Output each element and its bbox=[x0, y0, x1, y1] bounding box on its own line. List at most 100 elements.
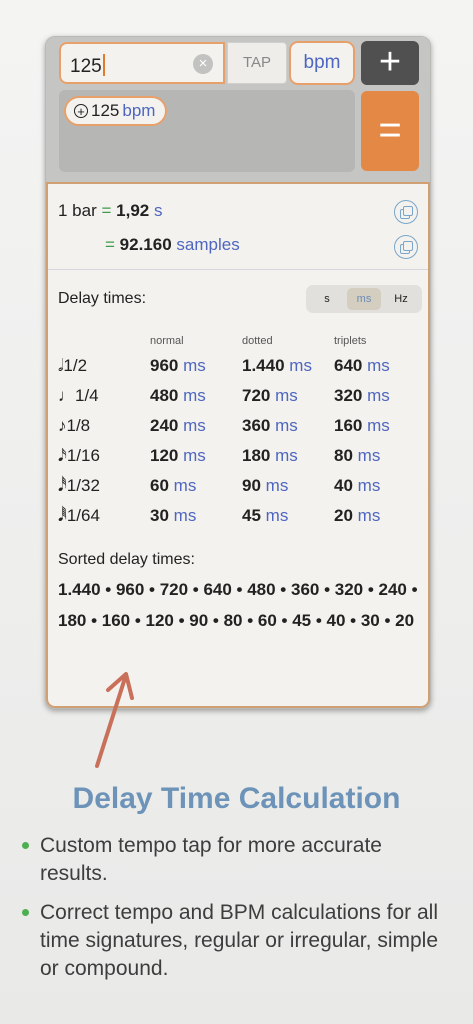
delay-value-normal[interactable]: 30 ms bbox=[150, 506, 196, 526]
text-caret bbox=[102, 54, 105, 76]
delay-row: ♪1/8 240 ms 360 ms 160 ms bbox=[58, 416, 418, 440]
note-label: 𝅘𝅥𝅯1/16 bbox=[58, 446, 100, 465]
delay-value-normal[interactable]: 60 ms bbox=[150, 476, 196, 496]
delay-unit: ms bbox=[173, 506, 197, 525]
column-header-triplets: triplets bbox=[334, 335, 367, 347]
delay-number: 480 bbox=[150, 386, 179, 405]
unit-segmented-control[interactable]: s ms Hz bbox=[306, 285, 422, 313]
delay-unit: ms bbox=[275, 416, 298, 435]
bar-seconds: 1,92 bbox=[116, 201, 150, 220]
delay-row: ♩1/4 480 ms 720 ms 320 ms bbox=[58, 386, 418, 410]
delay-value-triplets[interactable]: 40 ms bbox=[334, 476, 380, 496]
bar-seconds-unit: s bbox=[153, 201, 163, 220]
delay-number: 160 bbox=[334, 416, 363, 435]
delay-times-title: Delay times: bbox=[58, 290, 147, 307]
delay-value-dotted[interactable]: 360 ms bbox=[242, 416, 298, 436]
delay-unit: ms bbox=[367, 356, 390, 375]
bar-samples-unit: samples bbox=[176, 235, 240, 254]
delay-row: 𝅘𝅥𝅱1/64 30 ms 45 ms 20 ms bbox=[58, 506, 418, 530]
bullet-icon bbox=[22, 909, 29, 916]
bar-samples-row: = 92.160 samples bbox=[105, 235, 240, 255]
bar-label: 1 bar bbox=[58, 201, 97, 220]
results-panel: 1 bar = 1,92 s = 92.160 samples Delay ti… bbox=[46, 182, 430, 708]
delay-row: 𝅘𝅥𝅯1/16 120 ms 180 ms 80 ms bbox=[58, 446, 418, 470]
note-label: 𝅗𝅥1/2 bbox=[58, 356, 88, 375]
delay-row: 𝅗𝅥1/2 960 ms 1.440 ms 640 ms bbox=[58, 356, 418, 380]
equals-sign: = bbox=[101, 201, 112, 220]
delay-unit: ms bbox=[289, 356, 312, 375]
equals-sign: = bbox=[105, 235, 115, 254]
delay-unit: ms bbox=[367, 386, 390, 405]
delay-number: 640 bbox=[334, 356, 363, 375]
tempo-value: 125 bbox=[70, 56, 102, 77]
tap-button[interactable]: TAP bbox=[227, 42, 287, 84]
note-label: 𝅘𝅥𝅱1/64 bbox=[58, 506, 100, 525]
delay-unit: ms bbox=[265, 506, 289, 525]
bar-duration-row: 1 bar = 1,92 s bbox=[58, 201, 162, 221]
delay-value-triplets[interactable]: 640 ms bbox=[334, 356, 390, 376]
copy-icon[interactable] bbox=[394, 200, 418, 224]
delay-unit: ms bbox=[173, 476, 197, 495]
delay-number: 80 bbox=[334, 446, 353, 465]
copy-icon[interactable] bbox=[394, 235, 418, 259]
delay-value-dotted[interactable]: 720 ms bbox=[242, 386, 298, 406]
delay-unit: ms bbox=[275, 446, 298, 465]
sorted-delay-title: Sorted delay times: bbox=[58, 551, 195, 568]
delay-value-triplets[interactable]: 20 ms bbox=[334, 506, 380, 526]
clear-icon[interactable]: × bbox=[193, 54, 213, 74]
delay-number: 90 bbox=[242, 476, 261, 495]
promo-headline: Delay Time Calculation bbox=[72, 782, 401, 815]
delay-number: 960 bbox=[150, 356, 179, 375]
delay-number: 30 bbox=[150, 506, 169, 525]
feature-list: Custom tempo tap for more accurate resul… bbox=[22, 832, 442, 994]
delay-unit: ms bbox=[183, 386, 206, 405]
delay-number: 720 bbox=[242, 386, 271, 405]
input-panel: 125 × TAP bpm + + 125 bpm = bbox=[46, 37, 430, 182]
bar-samples: 92.160 bbox=[119, 235, 172, 254]
chip-value: 125 bbox=[91, 101, 120, 120]
delay-value-normal[interactable]: 120 ms bbox=[150, 446, 206, 466]
delay-number: 20 bbox=[334, 506, 353, 525]
calculator-card: 125 × TAP bpm + + 125 bpm = 1 bar = 1,92… bbox=[45, 36, 431, 709]
delay-value-normal[interactable]: 960 ms bbox=[150, 356, 206, 376]
delay-unit: ms bbox=[265, 476, 289, 495]
delay-unit: ms bbox=[275, 386, 298, 405]
delay-number: 120 bbox=[150, 446, 179, 465]
feature-item: Correct tempo and BPM calculations for a… bbox=[22, 899, 442, 983]
plus-circle-icon: + bbox=[74, 104, 88, 118]
stack-area: + 125 bpm bbox=[59, 90, 355, 172]
delay-value-normal[interactable]: 240 ms bbox=[150, 416, 206, 436]
delay-value-normal[interactable]: 480 ms bbox=[150, 386, 206, 406]
tempo-chip[interactable]: + 125 bpm bbox=[64, 96, 168, 126]
column-header-dotted: dotted bbox=[242, 335, 273, 347]
tempo-input[interactable]: 125 × bbox=[59, 42, 225, 84]
delay-value-triplets[interactable]: 160 ms bbox=[334, 416, 390, 436]
delay-number: 320 bbox=[334, 386, 363, 405]
delay-unit: ms bbox=[183, 416, 206, 435]
sorted-delay-values: 1.440 • 960 • 720 • 640 • 480 • 360 • 32… bbox=[58, 580, 418, 630]
unit-s-option[interactable]: s bbox=[310, 288, 344, 310]
delay-unit: ms bbox=[183, 356, 206, 375]
feature-text: Correct tempo and BPM calculations for a… bbox=[40, 901, 439, 980]
unit-hz-option[interactable]: Hz bbox=[384, 288, 418, 310]
delay-unit: ms bbox=[357, 506, 381, 525]
delay-unit: ms bbox=[357, 446, 381, 465]
delay-number: 45 bbox=[242, 506, 261, 525]
delay-number: 40 bbox=[334, 476, 353, 495]
unit-ms-option[interactable]: ms bbox=[347, 288, 381, 310]
delay-value-dotted[interactable]: 45 ms bbox=[242, 506, 288, 526]
delay-row: 𝅘𝅥𝅰1/32 60 ms 90 ms 40 ms bbox=[58, 476, 418, 500]
delay-value-dotted[interactable]: 1.440 ms bbox=[242, 356, 312, 376]
delay-value-dotted[interactable]: 180 ms bbox=[242, 446, 298, 466]
delay-number: 60 bbox=[150, 476, 169, 495]
unit-button[interactable]: bpm bbox=[289, 41, 355, 85]
feature-text: Custom tempo tap for more accurate resul… bbox=[40, 834, 382, 885]
delay-value-triplets[interactable]: 80 ms bbox=[334, 446, 380, 466]
equals-button[interactable]: = bbox=[361, 91, 419, 171]
divider bbox=[48, 269, 428, 270]
note-label: ♩1/4 bbox=[58, 386, 99, 405]
delay-value-dotted[interactable]: 90 ms bbox=[242, 476, 288, 496]
note-label: 𝅘𝅥𝅰1/32 bbox=[58, 476, 100, 495]
delay-value-triplets[interactable]: 320 ms bbox=[334, 386, 390, 406]
plus-button[interactable]: + bbox=[361, 41, 419, 85]
